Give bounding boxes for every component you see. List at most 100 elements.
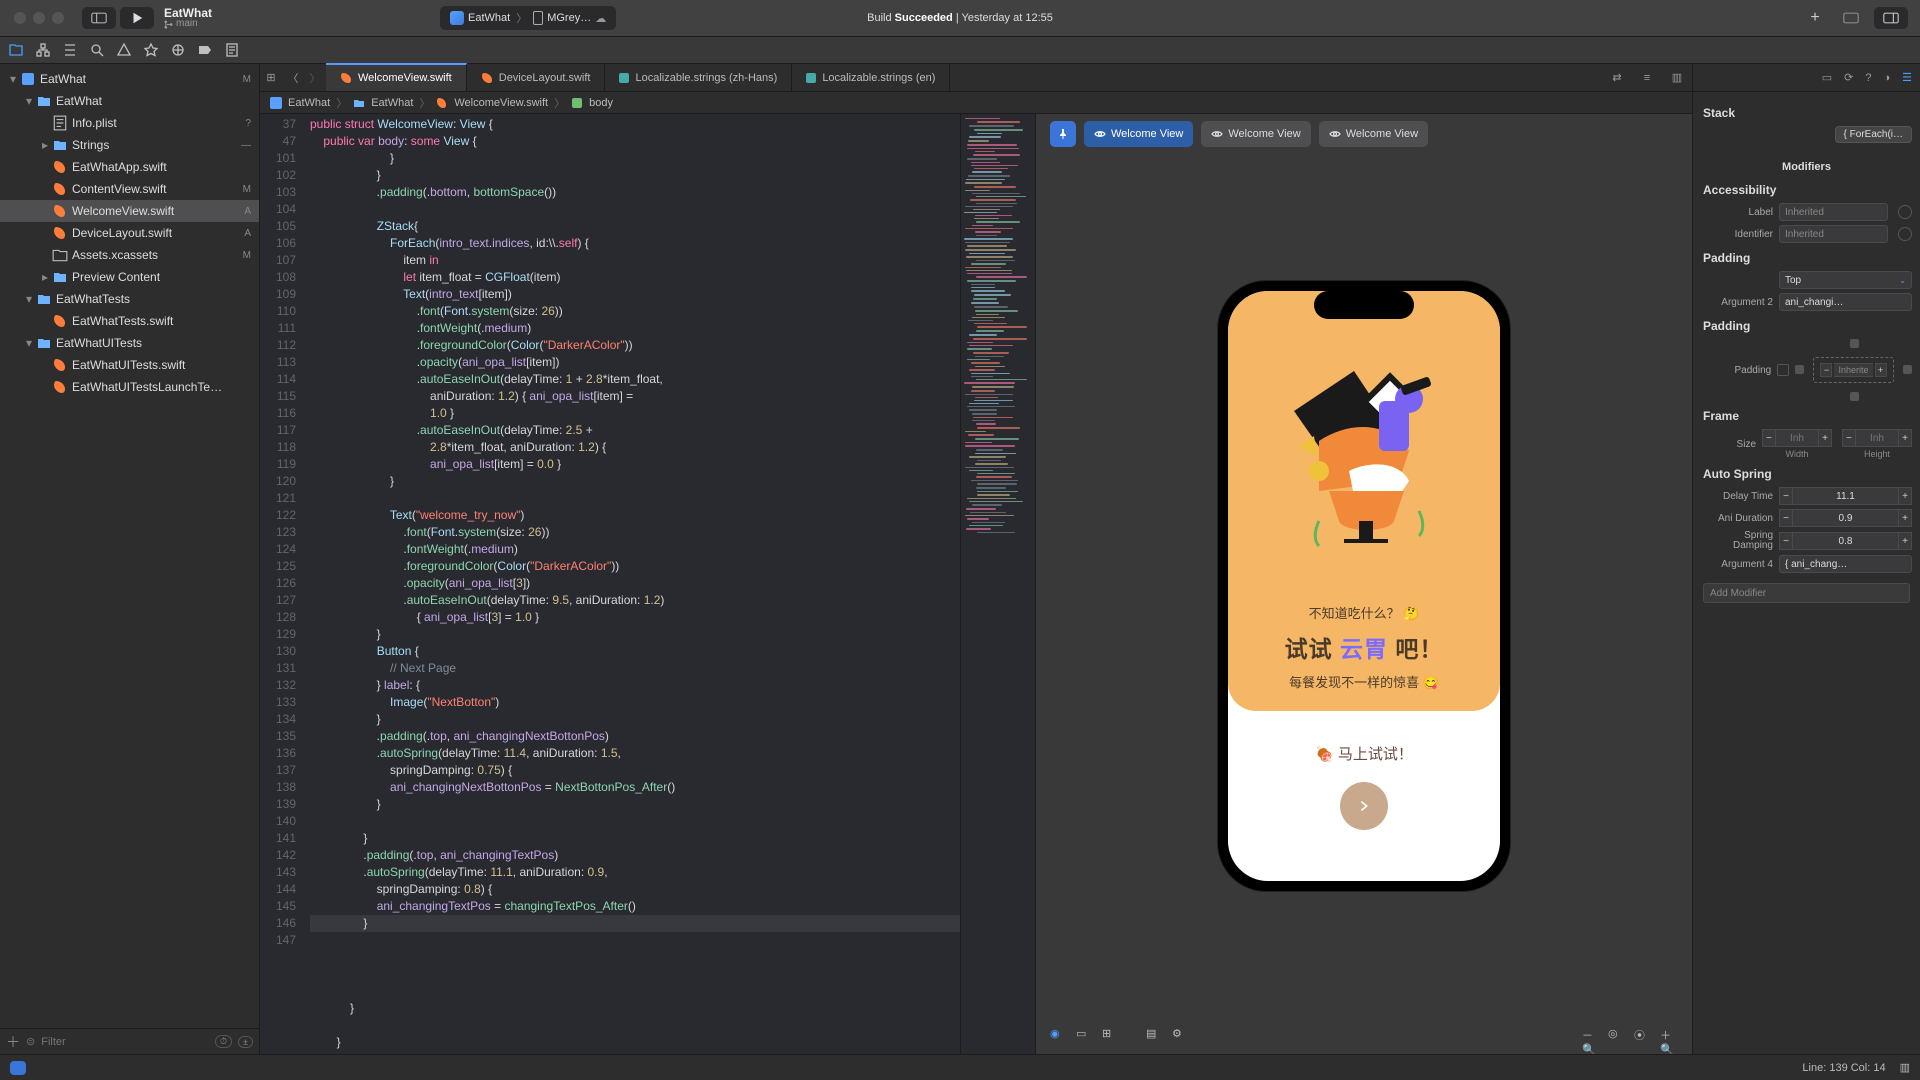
arg4-field[interactable]: { ani_chang… — [1779, 555, 1912, 573]
tree-row[interactable]: ▾EatWhatM — [0, 68, 259, 90]
add-file-button[interactable]: ＋ — [6, 1032, 20, 1052]
cloud-icon: ☁︎ — [595, 12, 606, 25]
tree-row-label: EatWhatUITests.swift — [72, 358, 185, 372]
selectable-preview-icon[interactable]: ▭ — [1076, 1027, 1094, 1045]
variants-icon[interactable]: ⊞ — [1102, 1027, 1120, 1045]
filter-recent-icon[interactable]: ⏱ — [215, 1035, 232, 1048]
project-navigator-icon[interactable] — [8, 42, 24, 58]
height-stepper[interactable]: −Inh+ — [1842, 429, 1912, 447]
symbol-navigator-icon[interactable] — [62, 42, 78, 58]
zoom-out-icon[interactable]: －🔍 — [1582, 1027, 1600, 1045]
source-control-navigator-icon[interactable] — [35, 42, 51, 58]
tree-row[interactable]: DeviceLayout.swiftA — [0, 222, 259, 244]
app-preview[interactable]: 不知道吃什么？ 🤔 试试 云胃 吧！ 每餐发现不一样的惊喜 😋 🍖 马上试试！ — [1228, 291, 1500, 881]
nav-forward-icon[interactable]: 〉 — [304, 64, 326, 91]
attributes-inspector-icon[interactable]: ☰ — [1902, 71, 1912, 84]
accessibility-inspector-icon[interactable]: ◑ — [1883, 72, 1890, 84]
scheme-selector[interactable]: EatWhat main — [164, 7, 212, 29]
tree-row[interactable]: WelcomeView.swiftA — [0, 200, 259, 222]
debug-navigator-icon[interactable] — [170, 42, 186, 58]
jump-seg-1[interactable]: EatWhat — [288, 97, 330, 109]
add-button[interactable]: + — [1802, 5, 1828, 31]
spring-damping-stepper[interactable]: −0.8+ — [1779, 532, 1912, 550]
editor-options-icon[interactable]: ⇄ — [1602, 64, 1632, 91]
next-button[interactable] — [1340, 782, 1388, 830]
tree-row[interactable]: ▾EatWhatUITests — [0, 332, 259, 354]
tree-row[interactable]: ▸Preview Content — [0, 266, 259, 288]
code-editor[interactable]: 3747101102103104105106107108109110111112… — [260, 114, 960, 1054]
related-items-icon[interactable]: ⊞ — [260, 64, 282, 91]
editor-tab[interactable]: Localizable.strings (zh-Hans) — [605, 64, 792, 91]
tree-row[interactable]: ▾EatWhat — [0, 90, 259, 112]
filter-scm-icon[interactable]: ± — [238, 1036, 253, 1048]
file-kind-icon — [52, 115, 68, 131]
find-navigator-icon[interactable] — [89, 42, 105, 58]
zoom-fit-icon[interactable]: ◎ — [1608, 1027, 1626, 1045]
editor-tab[interactable]: Localizable.strings (en) — [792, 64, 950, 91]
zoom-actual-icon[interactable]: ⦿ — [1634, 1027, 1652, 1045]
test-navigator-icon[interactable] — [143, 42, 159, 58]
device-settings-icon[interactable]: ▤ — [1146, 1027, 1164, 1045]
canvas-pin-icon[interactable] — [1050, 121, 1076, 147]
file-tree[interactable]: ▾EatWhatM▾EatWhatInfo.plist?▸Strings—Eat… — [0, 64, 259, 1028]
jump-seg-3[interactable]: WelcomeView.swift — [454, 97, 548, 109]
adjust-editor-icon[interactable]: ≡ — [1632, 64, 1662, 91]
padding-diagram[interactable]: −Inherite+ — [1795, 339, 1912, 401]
toggle-right-panel-icon[interactable] — [1874, 7, 1908, 29]
padding-arg2-field[interactable]: ani_changi… — [1779, 293, 1912, 311]
toggle-left-panel-icon[interactable] — [82, 7, 116, 29]
tree-row[interactable]: EatWhatTests.swift — [0, 310, 259, 332]
file-kind-icon — [52, 225, 68, 241]
nav-back-icon[interactable]: 〈 — [282, 64, 304, 91]
tree-row[interactable]: ▾EatWhatTests — [0, 288, 259, 310]
stack-value[interactable]: { ForEach(i… — [1835, 126, 1912, 143]
editor-tab[interactable]: WelcomeView.swift — [326, 63, 467, 91]
run-button[interactable] — [120, 7, 154, 29]
live-preview-icon[interactable]: ◉ — [1050, 1027, 1068, 1045]
ani-duration-stepper[interactable]: −0.9+ — [1779, 509, 1912, 527]
padding-edge-select[interactable]: Top⌄ — [1779, 271, 1912, 289]
debug-output-icon[interactable] — [10, 1061, 26, 1075]
acc-identifier-reset[interactable] — [1898, 227, 1912, 241]
jump-seg-2[interactable]: EatWhat — [371, 97, 413, 109]
add-editor-icon[interactable]: ▥ — [1662, 64, 1692, 91]
scm-badge: ? — [245, 118, 251, 129]
delay-time-stepper[interactable]: −11.1+ — [1779, 487, 1912, 505]
issue-navigator-icon[interactable] — [116, 42, 132, 58]
padding-toggle[interactable] — [1777, 364, 1789, 376]
minimap[interactable] — [960, 114, 1036, 1054]
width-stepper[interactable]: −Inh+ — [1762, 429, 1832, 447]
report-navigator-icon[interactable] — [224, 42, 240, 58]
zoom-in-icon[interactable]: ＋🔍 — [1660, 1027, 1678, 1045]
preview-chip[interactable]: Welcome View — [1201, 121, 1310, 147]
window-traffic-lights[interactable] — [8, 12, 70, 24]
toggle-debug-area-icon[interactable]: ▥ — [1900, 1061, 1910, 1074]
acc-label-field[interactable]: Inherited — [1779, 203, 1888, 221]
tree-row[interactable]: Assets.xcassetsM — [0, 244, 259, 266]
tree-row[interactable]: EatWhatApp.swift — [0, 156, 259, 178]
tree-row[interactable]: ▸Strings— — [0, 134, 259, 156]
add-modifier-field[interactable]: Add Modifier — [1703, 583, 1910, 603]
jump-seg-4[interactable]: body — [589, 97, 613, 109]
help-inspector-icon[interactable]: ? — [1865, 72, 1871, 84]
filter-scope-icon[interactable]: ⊜ — [26, 1035, 35, 1048]
filter-input[interactable] — [41, 1036, 209, 1048]
tree-row[interactable]: EatWhatUITestsLaunchTe… — [0, 376, 259, 398]
run-target-device: MGrey… — [547, 12, 591, 24]
tree-row[interactable]: ContentView.swiftM — [0, 178, 259, 200]
breakpoint-navigator-icon[interactable] — [197, 42, 213, 58]
acc-label-reset[interactable] — [1898, 205, 1912, 219]
preview-chip[interactable]: Welcome View — [1319, 121, 1428, 147]
editor-tab[interactable]: DeviceLayout.swift — [467, 64, 606, 91]
acc-identifier-label: Identifier — [1701, 229, 1773, 240]
tree-row[interactable]: EatWhatUITests.swift — [0, 354, 259, 376]
preview-chip[interactable]: Welcome View — [1084, 121, 1193, 147]
jump-bar[interactable]: EatWhat〉 EatWhat〉 WelcomeView.swift〉 bod… — [260, 92, 1692, 114]
preferences-icon[interactable]: ⚙︎ — [1172, 1027, 1190, 1045]
tree-row[interactable]: Info.plist? — [0, 112, 259, 134]
file-inspector-icon[interactable]: ▭ — [1822, 71, 1832, 84]
library-icon[interactable] — [1834, 7, 1868, 29]
acc-identifier-field[interactable]: Inherited — [1779, 225, 1888, 243]
history-inspector-icon[interactable]: ⟳ — [1844, 71, 1853, 84]
run-destination[interactable]: EatWhat 〉 MGrey… ☁︎ — [440, 6, 616, 30]
